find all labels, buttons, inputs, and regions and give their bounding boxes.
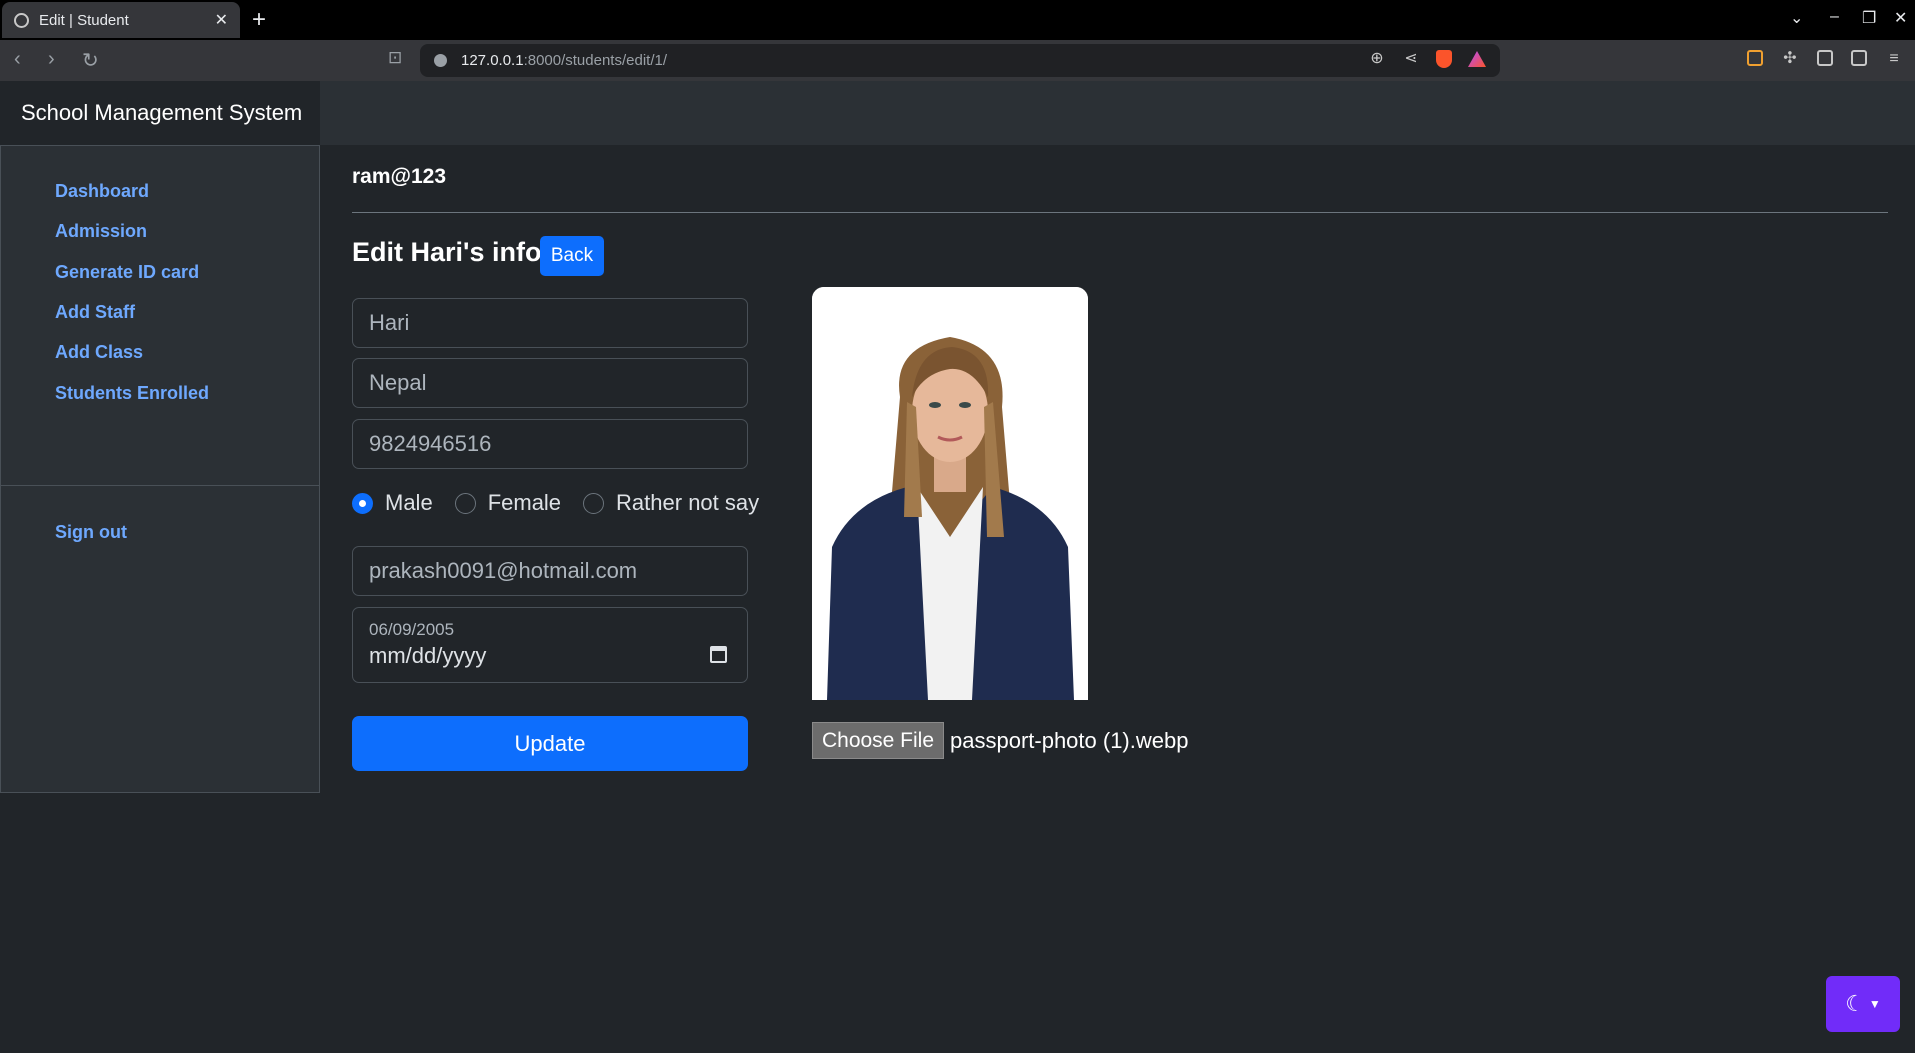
- sidebar-item-add-staff[interactable]: Add Staff: [55, 302, 135, 323]
- address-field[interactable]: Nepal: [352, 358, 748, 408]
- url-path: :8000/students/edit/1/: [523, 52, 667, 69]
- extensions-puzzle-icon[interactable]: ✣: [1781, 50, 1799, 68]
- site-info-icon[interactable]: [434, 54, 447, 67]
- brave-rewards-icon[interactable]: [1468, 51, 1486, 67]
- sidebar-divider: [1, 485, 319, 486]
- maximize-icon[interactable]: ❐: [1862, 8, 1876, 28]
- dob-floating-label: 06/09/2005: [369, 620, 455, 639]
- phone-field[interactable]: 9824946516: [352, 419, 748, 469]
- zoom-icon[interactable]: ⊕: [1368, 50, 1386, 68]
- dob-input-value: mm/dd/yyyy: [369, 643, 487, 668]
- gender-radio-rather-not-say[interactable]: [583, 492, 605, 514]
- close-tab-icon[interactable]: ✕: [215, 10, 228, 30]
- browser-tab-bar: Edit | Student ✕ + ⌄ – ❐ ✕: [0, 0, 1915, 40]
- student-photo-image: [812, 287, 1088, 700]
- student-photo: [812, 287, 1088, 700]
- extension-icon[interactable]: [1747, 50, 1763, 66]
- close-window-icon[interactable]: ✕: [1894, 8, 1907, 28]
- gender-label-female: Female: [487, 490, 562, 515]
- page-title: Edit Hari's info: [352, 237, 542, 267]
- gender-radio-female[interactable]: [454, 492, 476, 514]
- sidebar-item-dashboard[interactable]: Dashboard: [55, 181, 149, 202]
- tab-title: Edit | Student: [39, 11, 129, 29]
- name-field[interactable]: Hari: [352, 298, 748, 348]
- email-field[interactable]: prakash0091@hotmail.com: [352, 546, 748, 596]
- back-button[interactable]: Back: [540, 236, 604, 276]
- calendar-icon[interactable]: [710, 646, 727, 663]
- current-user: ram@123: [352, 165, 447, 188]
- caret-down-icon: ▼: [1868, 997, 1881, 1011]
- selected-file-name: passport-photo (1).webp: [950, 728, 1189, 753]
- sign-out-link[interactable]: Sign out: [55, 522, 127, 543]
- browser-nav-bar: ‹ › ↻ ⊡ 127.0.0.1 :8000/students/edit/1/…: [0, 40, 1915, 81]
- gender-label-male: Male: [385, 490, 433, 515]
- gender-label-rather-not-say: Rather not say: [616, 490, 760, 515]
- tab-list-icon[interactable]: ⌄: [1790, 8, 1803, 28]
- sidebar: Dashboard Admission Generate ID card Add…: [0, 145, 320, 793]
- new-tab-icon[interactable]: +: [252, 6, 266, 34]
- address-bar[interactable]: 127.0.0.1 :8000/students/edit/1/ ⊕ ⋖: [420, 44, 1500, 77]
- bookmark-icon[interactable]: ⊡: [388, 48, 402, 68]
- gender-radio-male[interactable]: [352, 492, 373, 514]
- sidebar-item-add-class[interactable]: Add Class: [55, 342, 143, 363]
- forward-arrow-icon[interactable]: ›: [48, 48, 55, 71]
- sidebar-item-generate-id-card[interactable]: Generate ID card: [55, 262, 199, 283]
- browser-tab[interactable]: Edit | Student ✕: [2, 2, 240, 38]
- globe-icon: [14, 12, 29, 28]
- moon-icon: ☾: [1845, 991, 1865, 1016]
- sidebar-toggle-icon[interactable]: [1817, 50, 1833, 66]
- sidebar-item-students-enrolled[interactable]: Students Enrolled: [55, 383, 209, 404]
- reload-icon[interactable]: ↻: [82, 48, 99, 73]
- sidebar-item-admission[interactable]: Admission: [55, 221, 147, 242]
- brand-title[interactable]: School Management System: [0, 81, 320, 145]
- update-button[interactable]: Update: [352, 716, 748, 771]
- app-navbar: School Management System: [0, 81, 1915, 145]
- gender-radio-group: Male Female Rather not say: [352, 490, 781, 516]
- header-divider: [352, 212, 1888, 213]
- url-host: 127.0.0.1: [461, 52, 524, 69]
- back-arrow-icon[interactable]: ‹: [14, 48, 21, 71]
- brave-shields-icon[interactable]: [1436, 50, 1452, 68]
- wallet-icon[interactable]: [1851, 50, 1867, 66]
- share-icon[interactable]: ⋖: [1402, 50, 1420, 68]
- theme-toggle-button[interactable]: ☾ ▼: [1826, 976, 1900, 1032]
- dob-field[interactable]: 06/09/2005 mm/dd/yyyy: [352, 607, 748, 683]
- minimize-icon[interactable]: –: [1830, 8, 1839, 26]
- choose-file-button[interactable]: Choose File: [812, 722, 944, 759]
- menu-icon[interactable]: ≡: [1885, 50, 1903, 68]
